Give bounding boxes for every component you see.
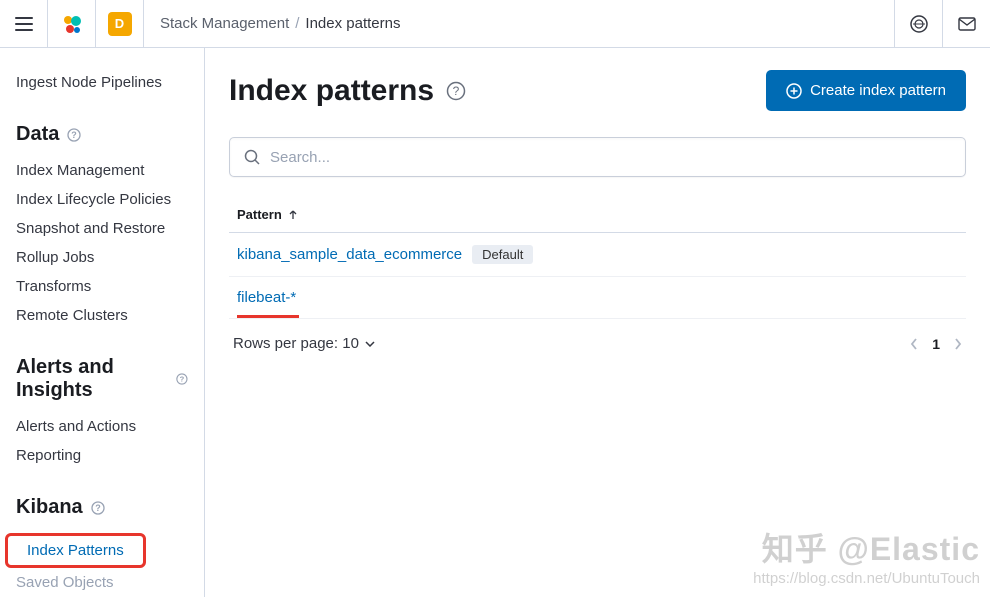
sidebar-item-ingest-pipelines[interactable]: Ingest Node Pipelines [0, 68, 204, 97]
help-circle-icon[interactable]: ? [446, 81, 466, 101]
sidebar-item-snapshot-restore[interactable]: Snapshot and Restore [0, 214, 204, 243]
table-row: kibana_sample_data_ecommerce Default [229, 233, 966, 277]
watermark-line2: https://blog.csdn.net/UbuntuTouch [753, 570, 980, 587]
pattern-link[interactable]: kibana_sample_data_ecommerce [237, 246, 462, 263]
sidebar-section-label: Kibana [16, 496, 83, 519]
svg-text:?: ? [72, 130, 78, 140]
space-selector[interactable]: D [96, 0, 144, 48]
breadcrumb-separator: / [295, 15, 299, 32]
space-badge-letter: D [115, 16, 124, 31]
table-row: filebeat-* [229, 277, 966, 319]
chevron-right-icon[interactable] [954, 338, 962, 350]
help-icon [910, 15, 928, 33]
current-page[interactable]: 1 [932, 336, 940, 352]
sidebar-item-alerts-actions[interactable]: Alerts and Actions [0, 412, 204, 441]
help-button[interactable] [894, 0, 942, 48]
nav-toggle-button[interactable] [0, 0, 48, 48]
sidebar-item-index-patterns[interactable]: Index Patterns [19, 538, 132, 563]
chevron-down-icon [365, 341, 375, 347]
sidebar-item-index-management[interactable]: Index Management [0, 156, 204, 185]
highlight-annotation: Index Patterns [5, 533, 146, 568]
rows-per-page-selector[interactable]: Rows per page: 10 [233, 335, 375, 352]
sidebar-section-alerts: Alerts and Insights ? [0, 356, 204, 412]
search-box[interactable] [229, 137, 966, 177]
sidebar-item-rollup[interactable]: Rollup Jobs [0, 243, 204, 272]
chevron-left-icon[interactable] [910, 338, 918, 350]
sidebar-section-label: Data [16, 123, 59, 146]
help-circle-icon[interactable]: ? [176, 372, 188, 386]
table-header[interactable]: Pattern [229, 207, 966, 233]
sidebar-item-reporting[interactable]: Reporting [0, 441, 204, 470]
space-badge: D [108, 12, 132, 36]
create-index-pattern-button[interactable]: Create index pattern [766, 70, 966, 111]
sidebar-section-kibana: Kibana ? [0, 496, 204, 529]
sidebar-section-data: Data ? [0, 123, 204, 156]
page-title: Index patterns [229, 74, 434, 108]
svg-text:?: ? [453, 84, 460, 98]
elastic-logo-icon [60, 12, 84, 36]
svg-text:?: ? [95, 503, 101, 513]
rows-per-page-label: Rows per page: 10 [233, 335, 359, 352]
sidebar-item-transforms[interactable]: Transforms [0, 272, 204, 301]
paginator: 1 [910, 336, 962, 352]
create-button-label: Create index pattern [810, 82, 946, 99]
sidebar-item-ilm[interactable]: Index Lifecycle Policies [0, 185, 204, 214]
hamburger-icon [15, 17, 33, 31]
sidebar-section-label: Alerts and Insights [16, 356, 168, 402]
newsfeed-button[interactable] [942, 0, 990, 48]
column-pattern: Pattern [237, 207, 282, 222]
breadcrumb-parent[interactable]: Stack Management [160, 15, 289, 32]
main-content: Index patterns ? Create index pattern [205, 48, 990, 597]
sidebar: Ingest Node Pipelines Data ? Index Manag… [0, 48, 205, 597]
sort-asc-icon [288, 210, 298, 220]
watermark-line1: 知乎 @Elastic [753, 524, 980, 570]
sidebar-item-saved-objects[interactable]: Saved Objects [0, 568, 204, 597]
plus-circle-icon [786, 83, 802, 99]
watermark: 知乎 @Elastic https://blog.csdn.net/Ubuntu… [753, 524, 980, 587]
svg-text:?: ? [180, 375, 185, 384]
search-icon [244, 149, 260, 165]
help-circle-icon[interactable]: ? [91, 501, 105, 515]
breadcrumb: Stack Management / Index patterns [144, 15, 416, 32]
mail-icon [958, 17, 976, 31]
help-circle-icon[interactable]: ? [67, 128, 81, 142]
search-input[interactable] [270, 149, 951, 166]
elastic-logo[interactable] [48, 0, 96, 48]
pattern-link[interactable]: filebeat-* [237, 289, 296, 306]
default-badge: Default [472, 245, 533, 264]
breadcrumb-current: Index patterns [305, 15, 400, 32]
sidebar-item-remote-clusters[interactable]: Remote Clusters [0, 301, 204, 330]
